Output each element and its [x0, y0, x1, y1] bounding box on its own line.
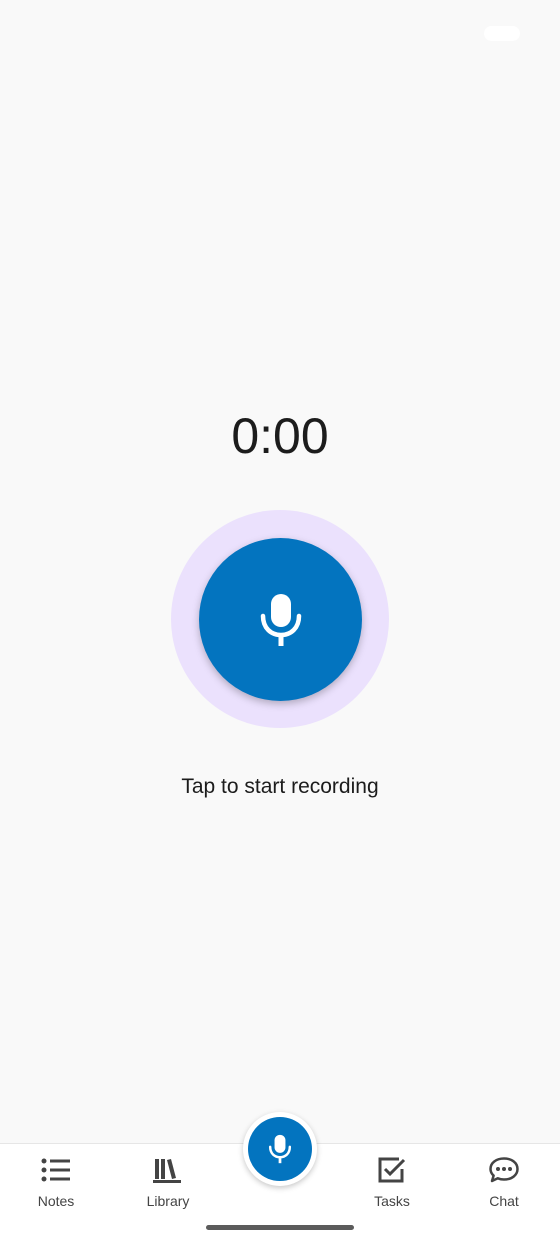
nav-item-library[interactable]: Library	[112, 1154, 224, 1216]
microphone-icon	[268, 1134, 292, 1164]
record-button[interactable]	[199, 538, 362, 701]
nav-item-tasks[interactable]: Tasks	[336, 1154, 448, 1216]
checkbox-icon	[376, 1154, 408, 1186]
nav-label-tasks: Tasks	[374, 1193, 410, 1209]
recording-timer: 0:00	[231, 408, 329, 464]
battery-icon	[484, 26, 520, 41]
microphone-icon	[260, 593, 301, 646]
status-bar	[0, 0, 560, 64]
nav-record-fab	[243, 1112, 317, 1186]
nav-label-notes: Notes	[37, 1193, 75, 1209]
home-indicator[interactable]	[206, 1225, 354, 1230]
nav-record-button[interactable]	[248, 1117, 312, 1181]
nav-item-notes[interactable]: Notes	[0, 1154, 112, 1216]
nav-item-chat[interactable]: Chat	[448, 1154, 560, 1216]
nav-label-library: Library	[146, 1193, 190, 1209]
chat-bubble-icon	[488, 1154, 520, 1186]
list-icon	[40, 1154, 72, 1186]
nav-label-chat: Chat	[489, 1193, 519, 1209]
books-icon	[152, 1154, 184, 1186]
record-hint: Tap to start recording	[181, 775, 379, 798]
